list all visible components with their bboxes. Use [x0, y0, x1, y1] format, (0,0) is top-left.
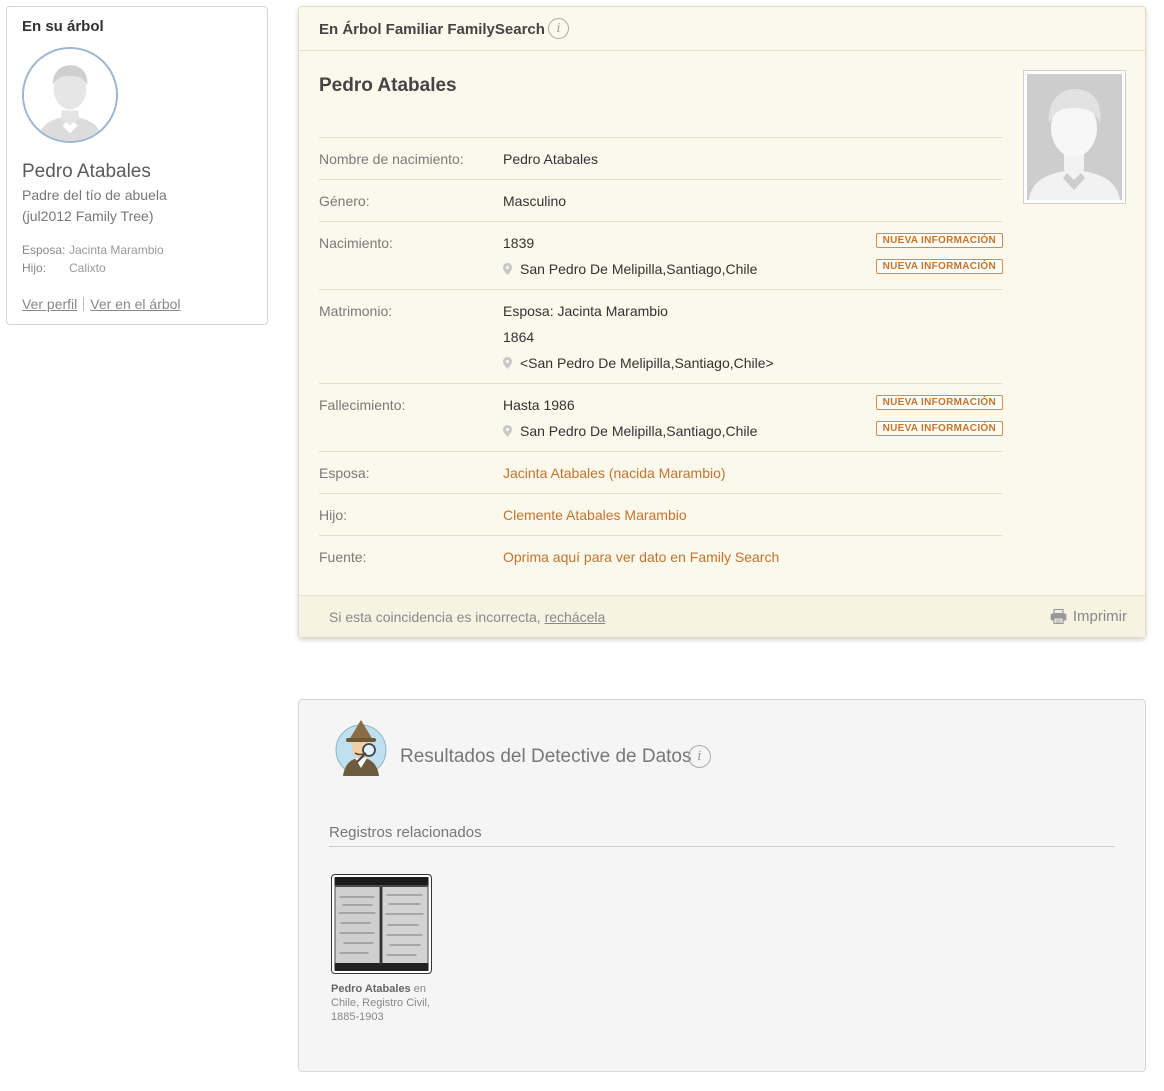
divider: [329, 846, 1115, 847]
detective-title: Resultados del Detective de Datos: [400, 746, 692, 767]
card-title: En su árbol: [22, 18, 104, 35]
card-title: En Árbol Familiar FamilySearch: [319, 21, 545, 38]
profile-links: Ver perfil Ver en el árbol: [22, 296, 181, 312]
reject-link[interactable]: rechácela: [545, 609, 606, 625]
row-label: Nacimiento:: [319, 235, 393, 251]
death-date: Hasta 1986: [503, 397, 575, 413]
record-connector: en: [413, 983, 426, 995]
new-info-badge: NUEVA INFORMACIÓN: [875, 421, 1003, 436]
row-label: Esposa:: [319, 465, 370, 481]
card-header: En Árbol Familiar FamilySearch i: [299, 7, 1145, 51]
detective-icon: [335, 720, 387, 776]
row-label: Género:: [319, 193, 370, 209]
person-name: Pedro Atabales: [22, 161, 151, 182]
card-footer: Si esta coincidencia es incorrecta, rech…: [299, 595, 1145, 637]
place-text: San Pedro De Melipilla,Santiago,Chile: [520, 261, 758, 277]
child-link[interactable]: Clemente Atabales Marambio: [503, 507, 687, 523]
birth-date: 1839: [503, 235, 535, 251]
marriage-date: 1864: [503, 329, 535, 345]
row-gender: Género: Masculino: [319, 179, 1003, 221]
family-label: Esposa:: [22, 243, 66, 257]
row-death: Fallecimiento: Hasta 1986 NUEVA INFORMAC…: [319, 383, 1003, 451]
family-value: Jacinta Marambio: [69, 243, 164, 257]
row-label: Hijo:: [319, 507, 348, 523]
row-child: Hijo: Clemente Atabales Marambio: [319, 493, 1003, 535]
family-label: Hijo:: [22, 261, 47, 275]
new-info-badge: NUEVA INFORMACIÓN: [875, 259, 1003, 274]
tree-source-text: (jul2012 Family Tree): [22, 208, 154, 224]
view-profile-link[interactable]: Ver perfil: [22, 296, 77, 312]
source-link[interactable]: Oprima aquí para ver dato en Family Sear…: [503, 549, 779, 565]
new-info-badge: NUEVA INFORMACIÓN: [875, 395, 1003, 410]
birth-place: San Pedro De Melipilla,Santiago,Chile: [503, 261, 757, 277]
row-value: Masculino: [503, 193, 567, 209]
row-birth: Nacimiento: 1839 NUEVA INFORMACIÓN San P…: [319, 221, 1003, 289]
row-source: Fuente: Oprima aquí para ver dato en Fam…: [319, 535, 1003, 577]
print-button[interactable]: Imprimir: [1050, 608, 1127, 625]
row-spouse: Esposa: Jacinta Atabales (nacida Marambi…: [319, 451, 1003, 493]
person-name: Pedro Atabales: [319, 75, 457, 96]
familysearch-match-card: En Árbol Familiar FamilySearch i Pedro A…: [298, 6, 1146, 638]
profile-photo: [1023, 70, 1126, 204]
place-text: <San Pedro De Melipilla,Santiago,Chile>: [520, 355, 774, 371]
record-collection: Chile, Registro Civil, 1885-1903: [331, 997, 431, 1023]
row-label: Matrimonio:: [319, 303, 393, 319]
info-icon[interactable]: i: [548, 18, 569, 39]
row-label: Fallecimiento:: [319, 397, 406, 413]
relationship-text: Padre del tío de abuela: [22, 187, 167, 203]
reject-message: Si esta coincidencia es incorrecta, rech…: [329, 609, 605, 625]
row-label: Fuente:: [319, 549, 367, 565]
row-birth-name: Nombre de nacimiento: Pedro Atabales: [319, 137, 1003, 179]
avatar-silhouette-icon: [22, 47, 118, 143]
info-icon[interactable]: i: [688, 745, 711, 768]
location-pin-icon: [503, 357, 512, 369]
marriage-place: <San Pedro De Melipilla,Santiago,Chile>: [503, 355, 774, 371]
print-label: Imprimir: [1072, 608, 1127, 625]
printer-icon: [1050, 609, 1067, 624]
location-pin-icon: [503, 263, 512, 275]
avatar-silhouette-icon: [1027, 74, 1122, 200]
in-your-tree-card: En su árbol Pedro Atabales Padre del tío…: [6, 6, 268, 325]
family-spouse: Esposa: Jacinta Marambio: [22, 243, 164, 257]
death-place: San Pedro De Melipilla,Santiago,Chile: [503, 423, 757, 439]
marriage-spouse: Esposa: Jacinta Marambio: [503, 303, 668, 319]
record-person-name[interactable]: Pedro Atabales: [331, 983, 411, 995]
reject-text: Si esta coincidencia es incorrecta,: [329, 609, 541, 625]
place-text: San Pedro De Melipilla,Santiago,Chile: [520, 423, 758, 439]
row-label: Nombre de nacimiento:: [319, 151, 464, 167]
record-image: [334, 877, 429, 971]
family-child: Hijo: Calixto: [22, 261, 106, 275]
row-value: Pedro Atabales: [503, 151, 598, 167]
data-detective-card: Resultados del Detective de Datos i Regi…: [298, 699, 1146, 1072]
spouse-link[interactable]: Jacinta Atabales (nacida Marambio): [503, 465, 726, 481]
divider: [83, 297, 85, 311]
location-pin-icon: [503, 425, 512, 437]
new-info-badge: NUEVA INFORMACIÓN: [875, 233, 1003, 248]
record-thumbnail[interactable]: [331, 874, 432, 974]
related-records-heading: Registros relacionados: [329, 824, 482, 841]
row-marriage: Matrimonio: Esposa: Jacinta Marambio 186…: [319, 289, 1003, 383]
fact-rows: Nombre de nacimiento: Pedro Atabales Gén…: [319, 137, 1003, 577]
view-in-tree-link[interactable]: Ver en el árbol: [90, 296, 180, 312]
record-caption: Pedro Atabales en Chile, Registro Civil,…: [331, 982, 441, 1024]
family-value: Calixto: [69, 261, 106, 275]
